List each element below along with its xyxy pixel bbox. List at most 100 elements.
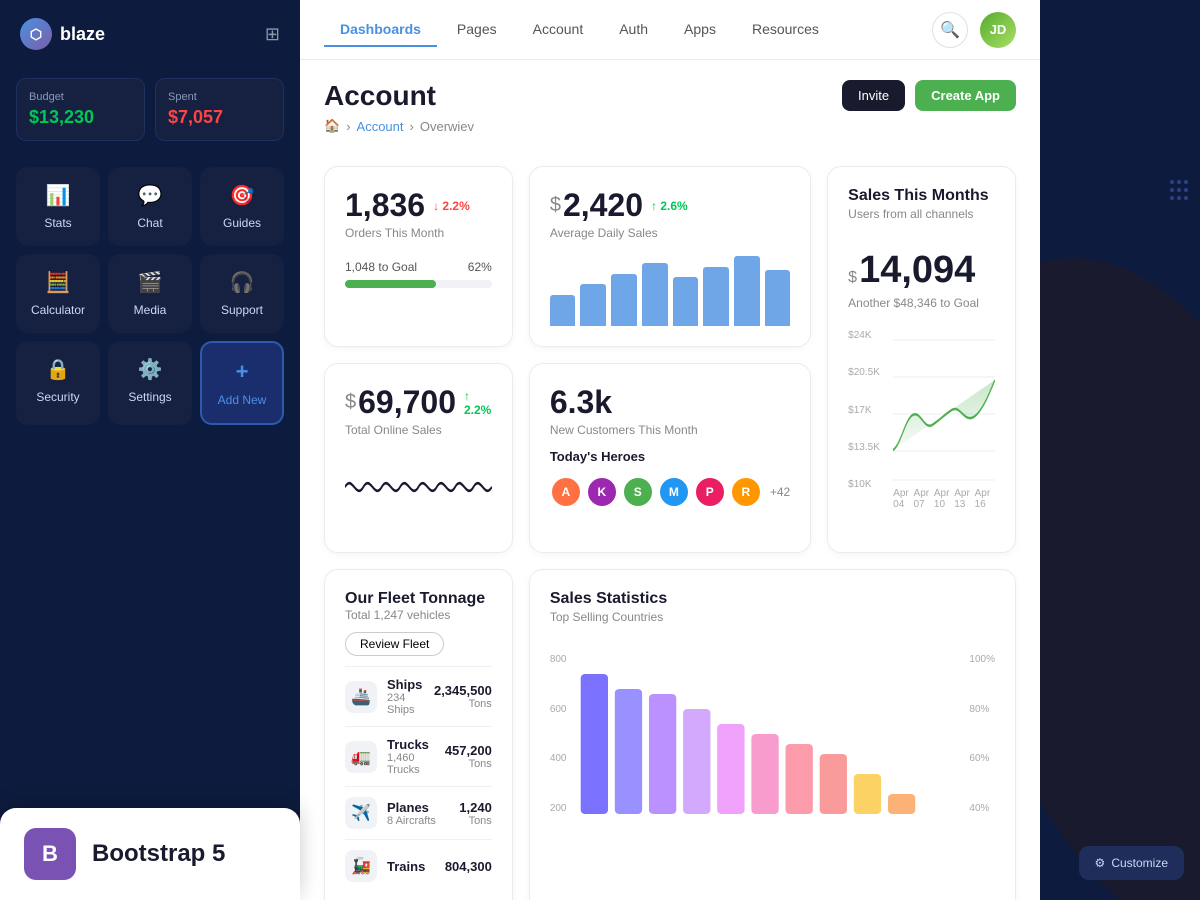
logo-icon: ⬡ xyxy=(20,18,52,50)
fleet-title: Our Fleet Tonnage xyxy=(345,590,492,608)
bar-6 xyxy=(703,267,729,327)
sidebar-item-guides[interactable]: 🎯 Guides xyxy=(200,167,284,246)
hero-avatar-4: M xyxy=(658,476,690,508)
orders-label: Orders This Month xyxy=(345,226,492,240)
heroes-title: Today's Heroes xyxy=(550,449,790,464)
orders-metric-row: 1,836 ↓ 2.2% xyxy=(345,187,492,224)
trucks-value: 457,200 Tons xyxy=(445,743,492,770)
nav-resources[interactable]: Resources xyxy=(736,13,835,47)
main-content: Dashboards Pages Account Auth Apps Resou… xyxy=(300,0,1040,900)
customers-value: 6.3k xyxy=(550,384,790,421)
sidebar-item-media[interactable]: 🎬 Media xyxy=(108,254,192,333)
nav-account[interactable]: Account xyxy=(517,13,600,47)
add-new-icon: + xyxy=(236,359,249,385)
top-nav-links: Dashboards Pages Account Auth Apps Resou… xyxy=(324,13,835,47)
page-title: Account xyxy=(324,80,474,112)
settings-label: Settings xyxy=(128,390,171,404)
sales-stats-chart: 800 600 400 200 xyxy=(550,634,995,814)
online-sales-card: $ 69,700 ↑ 2.2% Total Online Sales xyxy=(324,363,513,553)
fleet-item-trucks: 🚛 Trucks 1,460 Trucks 457,200 Tons xyxy=(345,726,492,786)
fleet-card: Our Fleet Tonnage Total 1,247 vehicles R… xyxy=(324,569,513,900)
bar-2 xyxy=(580,284,606,326)
sidebar-item-calculator[interactable]: 🧮 Calculator xyxy=(16,254,100,333)
security-icon: 🔒 xyxy=(46,357,71,382)
sales-month-title: Sales This Months xyxy=(848,187,995,205)
sidebar-item-security[interactable]: 🔒 Security xyxy=(16,341,100,425)
customize-button[interactable]: ⚙ Customize xyxy=(1079,846,1184,880)
daily-sales-chart xyxy=(550,256,790,326)
top-nav-right: 🔍 JD xyxy=(932,12,1016,48)
spent-value: $7,057 xyxy=(168,107,271,128)
daily-sales-label: Average Daily Sales xyxy=(550,226,790,240)
hero-avatar-5: P xyxy=(694,476,726,508)
sidebar-item-chat[interactable]: 💬 Chat xyxy=(108,167,192,246)
ships-icon: 🚢 xyxy=(345,681,377,713)
online-sales-row: $ 69,700 ↑ 2.2% xyxy=(345,384,492,421)
breadcrumb-account[interactable]: Account xyxy=(357,119,404,134)
budget-cards: Budget $13,230 Spent $7,057 xyxy=(0,68,300,151)
sales-month-subtitle: Users from all channels xyxy=(848,207,995,221)
hero-avatar-3: S xyxy=(622,476,654,508)
nav-apps[interactable]: Apps xyxy=(668,13,732,47)
stats-icon: 📊 xyxy=(46,183,71,208)
bar-5 xyxy=(673,277,699,326)
sales-stats-subtitle: Top Selling Countries xyxy=(550,610,995,624)
budget-label: Budget xyxy=(29,91,132,103)
ships-info: Ships 234 Ships xyxy=(387,677,434,716)
sales-month-chart: $24K $20.5K $17K $13.5K $10K xyxy=(848,330,995,510)
bootstrap-label: Bootstrap 5 xyxy=(92,840,225,868)
support-label: Support xyxy=(221,303,263,317)
online-sales-change: ↑ 2.2% xyxy=(464,389,492,417)
review-fleet-button[interactable]: Review Fleet xyxy=(345,632,444,656)
planes-value: 1,240 Tons xyxy=(459,800,492,827)
chart-y-labels: $24K $20.5K $17K $13.5K $10K xyxy=(848,330,893,490)
add-new-label: Add New xyxy=(218,393,267,407)
progress-track xyxy=(345,280,492,288)
sales-month-dollar: $ xyxy=(848,269,857,287)
nav-pages[interactable]: Pages xyxy=(441,13,513,47)
daily-sales-value: 2,420 xyxy=(563,187,643,224)
hero-avatar-1: A xyxy=(550,476,582,508)
search-button[interactable]: 🔍 xyxy=(932,12,968,48)
heroes-row: A K S M P R +42 xyxy=(550,476,790,508)
trucks-info: Trucks 1,460 Trucks xyxy=(387,737,445,776)
new-customers-card: 6.3k New Customers This Month Today's He… xyxy=(529,363,811,553)
spent-card: Spent $7,057 xyxy=(155,78,284,141)
sidebar-item-support[interactable]: 🎧 Support xyxy=(200,254,284,333)
trains-icon: 🚂 xyxy=(345,850,377,882)
create-app-button[interactable]: Create App xyxy=(915,80,1016,111)
user-avatar[interactable]: JD xyxy=(980,12,1016,48)
stats-pct-labels: 100% 80% 60% 40% xyxy=(969,654,995,814)
planes-icon: ✈️ xyxy=(345,797,377,829)
logo-text: blaze xyxy=(60,24,105,45)
customize-label: Customize xyxy=(1111,856,1168,870)
sidebar-item-stats[interactable]: 📊 Stats xyxy=(16,167,100,246)
online-sales-value: 69,700 xyxy=(358,384,456,421)
chat-icon: 💬 xyxy=(138,183,163,208)
media-icon: 🎬 xyxy=(138,270,163,295)
media-label: Media xyxy=(134,303,167,317)
settings-icon: ⚙️ xyxy=(138,357,163,382)
invite-button[interactable]: Invite xyxy=(842,80,905,111)
bar-3 xyxy=(611,274,637,327)
title-section: Account 🏠 › Account › Overwiev xyxy=(324,80,474,150)
sidebar: ⬡ blaze ⊞ Budget $13,230 Spent $7,057 📊 … xyxy=(0,0,300,900)
guides-label: Guides xyxy=(223,216,261,230)
orders-value: 1,836 xyxy=(345,187,425,224)
bar-8 xyxy=(765,270,791,326)
sales-month-value: 14,094 xyxy=(859,249,975,292)
sidebar-item-settings[interactable]: ⚙️ Settings xyxy=(108,341,192,425)
nav-dashboards[interactable]: Dashboards xyxy=(324,13,437,47)
breadcrumb-current: Overwiev xyxy=(420,119,474,134)
sidebar-header: ⬡ blaze ⊞ xyxy=(0,0,300,68)
trains-info: Trains xyxy=(387,859,425,874)
guides-icon: 🎯 xyxy=(230,183,255,208)
right-panel: ⚙ Customize xyxy=(1040,0,1200,900)
menu-icon[interactable]: ⊞ xyxy=(265,24,280,45)
orders-card: 1,836 ↓ 2.2% Orders This Month 1,048 to … xyxy=(324,166,513,347)
nav-auth[interactable]: Auth xyxy=(603,13,664,47)
wave-chart xyxy=(345,447,492,527)
sales-stats-title: Sales Statistics xyxy=(550,590,995,608)
sidebar-item-add-new[interactable]: + Add New xyxy=(200,341,284,425)
trucks-icon: 🚛 xyxy=(345,741,377,773)
